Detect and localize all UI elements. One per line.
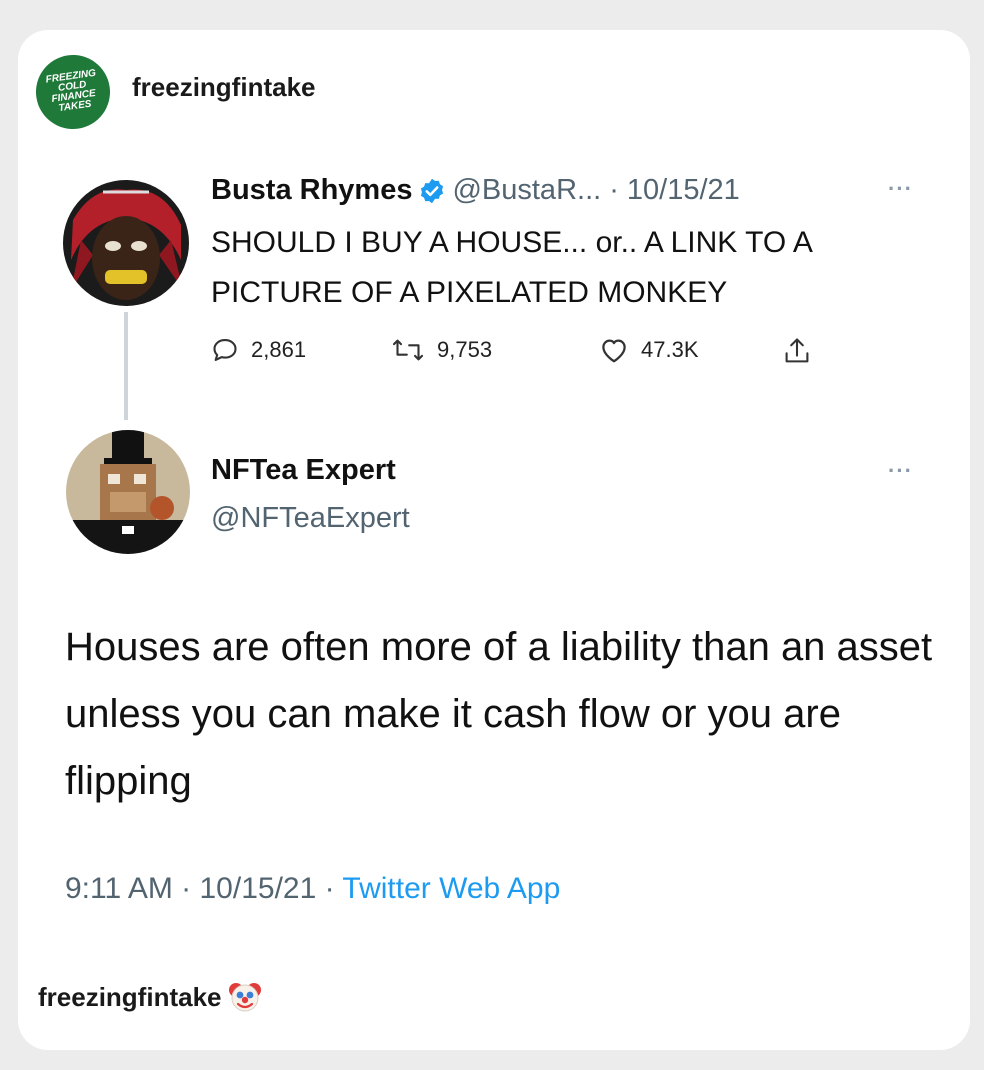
retweet-icon <box>392 339 424 361</box>
post-caption: freezingfintake <box>38 980 262 1014</box>
tweet2-source-link[interactable]: Twitter Web App <box>342 872 560 905</box>
brand-badge-text: FREEZING COLD FINANCE TAKES <box>45 67 97 115</box>
tweet2-more-icon[interactable]: ··· <box>888 458 913 484</box>
busta-avatar[interactable] <box>63 180 189 306</box>
like-icon <box>602 339 626 363</box>
clown-face-icon <box>228 980 262 1014</box>
thread-connector-line <box>124 312 128 420</box>
brand-avatar[interactable]: FREEZING COLD FINANCE TAKES <box>31 50 115 134</box>
tweet2-handle[interactable]: @NFTeaExpert <box>211 502 410 535</box>
tweet1-header: Busta Rhymes @BustaR... · 10/15/21 <box>211 174 740 207</box>
tweet1-handle[interactable]: @BustaR... <box>452 174 601 207</box>
like-button[interactable]: 47.3K <box>599 336 699 364</box>
verified-icon <box>418 177 446 205</box>
nftea-avatar-image <box>66 430 190 554</box>
tweet2-author-name[interactable]: NFTea Expert <box>211 454 396 487</box>
retweet-count: 9,753 <box>437 337 493 362</box>
tweet2-meta: 9:11 AM · 10/15/21 · Twitter Web App <box>65 872 560 906</box>
retweet-button[interactable]: 9,753 <box>391 336 492 364</box>
tweet1-text: SHOULD I BUY A HOUSE... or.. A LINK TO A… <box>211 226 812 309</box>
busta-avatar-image <box>63 180 189 306</box>
post-account-name[interactable]: freezingfintake <box>132 72 316 103</box>
share-icon <box>785 338 809 363</box>
post-card: FREEZING COLD FINANCE TAKES freezingfint… <box>18 30 970 1050</box>
like-count: 47.3K <box>641 337 699 362</box>
share-button[interactable] <box>783 336 823 366</box>
tweet1-date[interactable]: · 10/15/21 <box>609 174 740 207</box>
reply-count: 2,861 <box>251 337 307 362</box>
caption-account-name[interactable]: freezingfintake <box>38 982 222 1013</box>
tweet2-timestamp[interactable]: 9:11 AM · 10/15/21 · <box>65 872 342 905</box>
tweet1-author-name[interactable]: Busta Rhymes <box>211 174 412 207</box>
reply-button[interactable]: 2,861 <box>211 336 306 364</box>
tweet1-more-icon[interactable]: ··· <box>888 176 913 202</box>
nftea-avatar[interactable] <box>66 430 190 554</box>
tweet2-text: Houses are often more of a liability tha… <box>65 625 933 803</box>
reply-icon <box>213 339 237 361</box>
